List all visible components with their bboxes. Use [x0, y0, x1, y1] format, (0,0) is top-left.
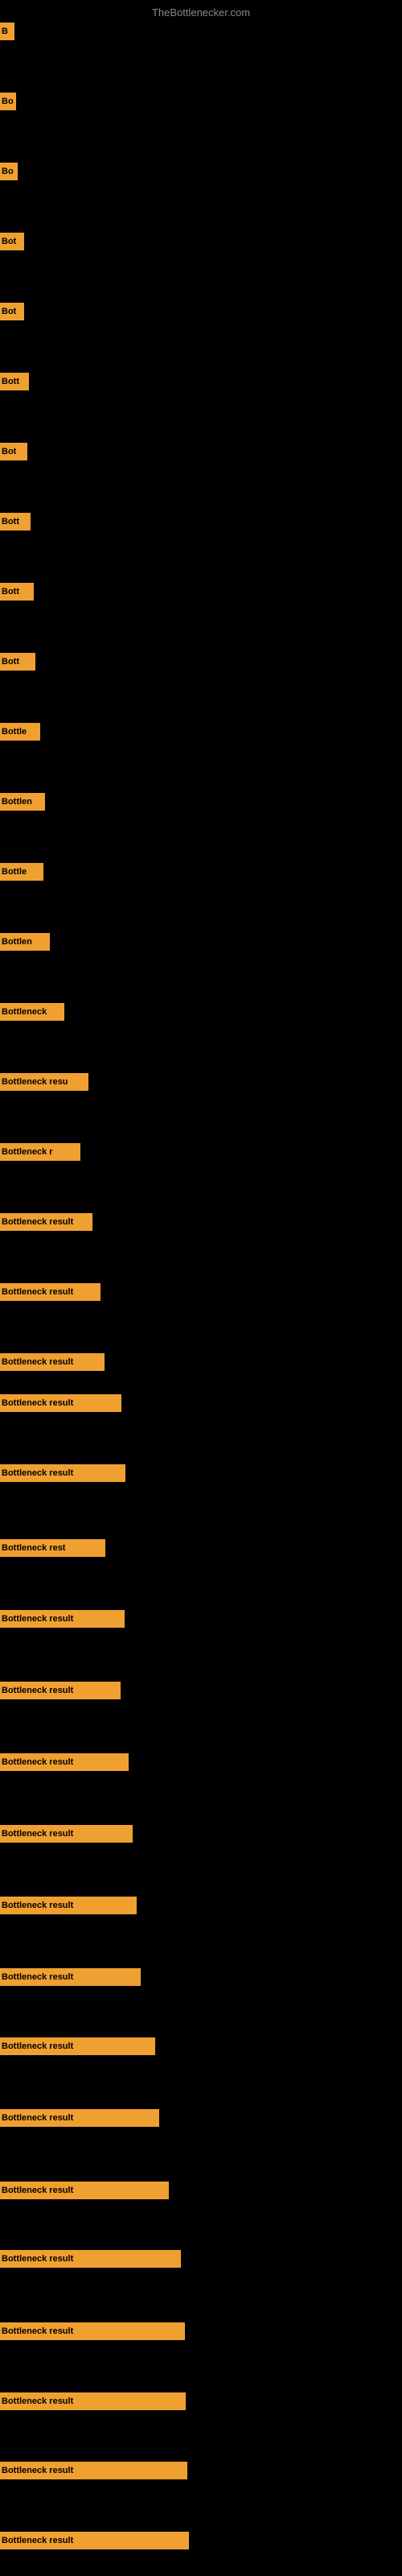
bar-item: Bottleneck	[0, 1003, 64, 1021]
bar-item: Bottleneck result	[0, 1753, 129, 1771]
bar-item: Bottleneck resu	[0, 1073, 88, 1091]
bar-item: Bottlen	[0, 933, 50, 951]
bar-item: Bottleneck result	[0, 1825, 133, 1843]
bar-item: Bottleneck rest	[0, 1539, 105, 1557]
bar-item: Bottlen	[0, 793, 45, 811]
bar-item: Bottleneck result	[0, 1464, 125, 1482]
bar-item: Bottleneck result	[0, 2182, 169, 2199]
bar-item: Bottleneck result	[0, 1213, 92, 1231]
bar-item: Bottleneck r	[0, 1143, 80, 1161]
bar-item: Bottleneck result	[0, 2250, 181, 2268]
bar-item: Bott	[0, 513, 31, 530]
bar-item: Bo	[0, 163, 18, 180]
bar-item: Bot	[0, 443, 27, 460]
bar-item: Bottleneck result	[0, 1897, 137, 1914]
bar-item: Bottleneck result	[0, 2322, 185, 2340]
bar-item: Bottleneck result	[0, 1610, 125, 1628]
bar-item: Bottle	[0, 863, 43, 881]
bar-item: B	[0, 23, 14, 40]
bar-item: Bottleneck result	[0, 1394, 121, 1412]
bar-item: Bottleneck result	[0, 2109, 159, 2127]
bar-item: Bottleneck result	[0, 1353, 105, 1371]
bar-item: Bott	[0, 583, 34, 601]
bar-item: Bot	[0, 303, 24, 320]
bar-item: Bot	[0, 233, 24, 250]
bar-item: Bottleneck result	[0, 1968, 141, 1986]
bar-item: Bottleneck result	[0, 2037, 155, 2055]
site-title: TheBottlenecker.com	[152, 6, 250, 19]
bar-item: Bottle	[0, 723, 40, 741]
bar-item: Bo	[0, 93, 16, 110]
bar-item: Bottleneck result	[0, 2392, 186, 2410]
bar-item: Bott	[0, 653, 35, 671]
bar-item: Bottleneck result	[0, 2462, 187, 2479]
bar-item: Bott	[0, 373, 29, 390]
bar-item: Bottleneck result	[0, 1283, 100, 1301]
bar-item: Bottleneck result	[0, 1682, 121, 1699]
bar-item: Bottleneck result	[0, 2532, 189, 2549]
